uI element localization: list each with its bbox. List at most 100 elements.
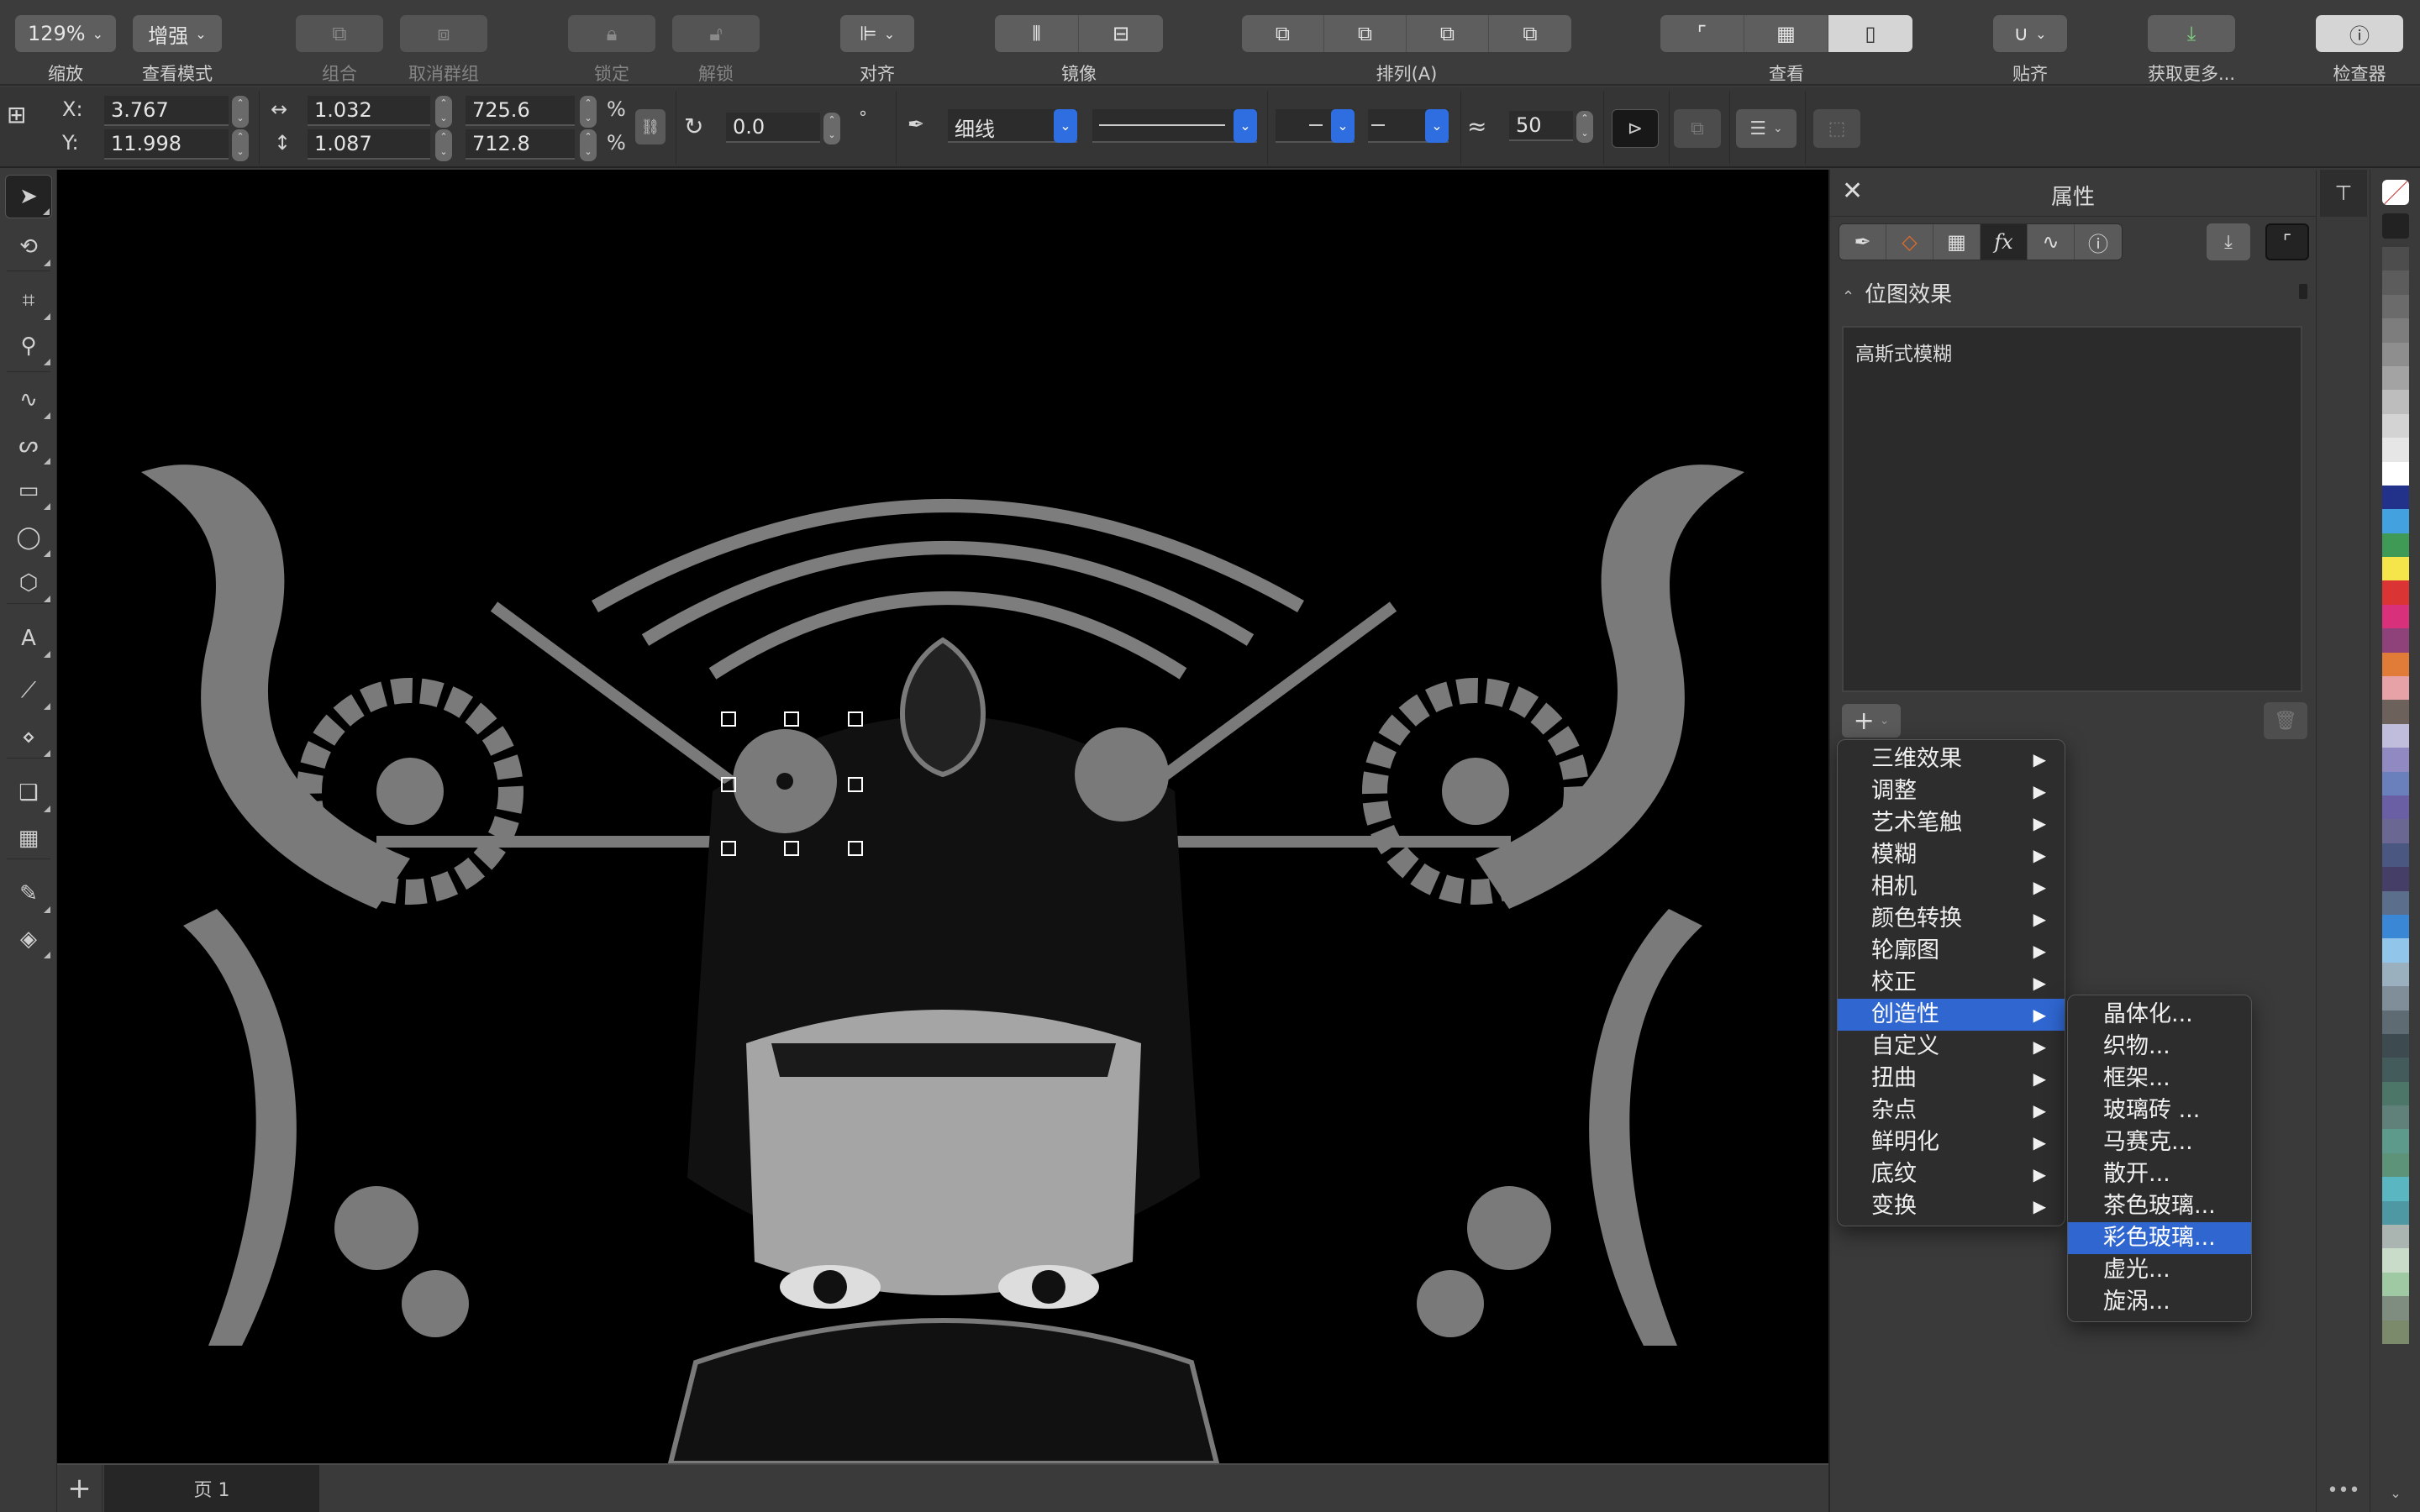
tab-outline[interactable]: ✒: [1839, 224, 1886, 260]
color-swatch[interactable]: [2382, 1058, 2409, 1082]
color-swatch[interactable]: [2382, 771, 2409, 795]
drop-shadow-tool[interactable]: ❑: [5, 771, 52, 815]
submenu-item[interactable]: 茶色玻璃...: [2068, 1190, 2251, 1222]
menu-item[interactable]: 杂点 ▶: [1838, 1095, 2065, 1126]
menu-item[interactable]: 扭曲 ▶: [1838, 1063, 2065, 1095]
menu-item[interactable]: 底纹 ▶: [1838, 1158, 2065, 1190]
no-color-swatch[interactable]: [2382, 180, 2409, 205]
height-stepper[interactable]: ⌃ ⌄: [435, 129, 452, 161]
color-swatch[interactable]: [2382, 1010, 2409, 1034]
to-back-button[interactable]: ⧉: [1324, 15, 1407, 52]
rectangle-tool[interactable]: ▭: [5, 469, 52, 512]
inspector-button[interactable]: ⓘ: [2316, 15, 2403, 52]
y-stepper[interactable]: ⌃ ⌄: [232, 129, 249, 161]
delete-effect-button[interactable]: 🗑: [2264, 702, 2307, 739]
artistic-media-tool[interactable]: ᔕ: [5, 423, 52, 467]
selection-handle[interactable]: [848, 711, 863, 727]
bitmap-effects-section[interactable]: ⌃ 位图效果: [1842, 277, 1952, 308]
submenu-item[interactable]: 马赛克...: [2068, 1126, 2251, 1158]
submenu-item[interactable]: 织物...: [2068, 1031, 2251, 1063]
align-dropdown[interactable]: ⊫ ⌄: [840, 15, 914, 52]
scale-height-field[interactable]: 712.8: [466, 129, 575, 160]
color-swatch[interactable]: [2382, 1033, 2409, 1058]
menu-item[interactable]: 颜色转换 ▶: [1838, 903, 2065, 935]
submenu-item[interactable]: 玻璃砖 ...: [2068, 1095, 2251, 1126]
tab-fill[interactable]: ◇: [1886, 224, 1933, 260]
color-swatch[interactable]: [2382, 676, 2409, 701]
rotation-field[interactable]: 0.0: [726, 113, 820, 143]
submenu-item[interactable]: 彩色玻璃...: [2068, 1222, 2251, 1254]
text-tool[interactable]: A: [5, 617, 52, 660]
selection-handle[interactable]: [784, 711, 799, 727]
edit-path-button[interactable]: ⊳: [1612, 109, 1659, 148]
y-position-field[interactable]: 11.998: [104, 129, 229, 160]
shape-tool[interactable]: ⟲: [5, 225, 52, 269]
color-swatch[interactable]: [2382, 1200, 2409, 1226]
line-style-dropdown[interactable]: ⌄: [1092, 109, 1257, 143]
polygon-tool[interactable]: ⬡: [5, 561, 52, 605]
scale-height-stepper[interactable]: ⌃ ⌄: [580, 129, 597, 161]
color-swatch[interactable]: [2382, 509, 2409, 533]
color-swatch[interactable]: [2382, 438, 2409, 462]
submenu-item[interactable]: 晶体化...: [2068, 999, 2251, 1031]
get-more-button[interactable]: ⤓: [2148, 15, 2235, 52]
color-swatch[interactable]: [2382, 1225, 2409, 1249]
color-swatch[interactable]: [2382, 723, 2409, 748]
menu-item[interactable]: 模糊 ▶: [1838, 839, 2065, 871]
menu-item[interactable]: 校正 ▶: [1838, 967, 2065, 999]
smoothing-field[interactable]: 50: [1509, 111, 1573, 141]
lock-ratio-button[interactable]: ⛓: [635, 109, 666, 144]
guidelines-button[interactable]: ▯: [1828, 15, 1912, 52]
add-effect-button[interactable]: + ⌄: [1842, 704, 1901, 738]
to-front-button[interactable]: ⧉: [1242, 15, 1324, 52]
color-swatch[interactable]: [2382, 1320, 2409, 1344]
menu-item[interactable]: 相机 ▶: [1838, 871, 2065, 903]
more-icon[interactable]: •••: [2317, 1480, 2370, 1501]
forward-one-button[interactable]: ⧉: [1407, 15, 1489, 52]
color-swatch[interactable]: [2382, 1081, 2409, 1106]
frame-button[interactable]: ⬚: [1813, 109, 1860, 148]
page-tab[interactable]: 页 1: [104, 1465, 319, 1512]
color-swatch[interactable]: [2382, 962, 2409, 987]
color-swatch[interactable]: [2382, 890, 2409, 915]
menu-item[interactable]: 调整 ▶: [1838, 775, 2065, 807]
transparency-tool[interactable]: ▦: [5, 816, 52, 860]
ellipse-tool[interactable]: ◯: [5, 516, 52, 559]
reference-point-icon[interactable]: ⊞: [7, 101, 26, 129]
menu-item[interactable]: 自定义 ▶: [1838, 1031, 2065, 1063]
lock-button[interactable]: 🔒︎: [568, 15, 655, 52]
color-swatch[interactable]: [2382, 1248, 2409, 1273]
drawing-canvas[interactable]: [57, 170, 1828, 1463]
submenu-item[interactable]: 散开...: [2068, 1158, 2251, 1190]
pick-tool[interactable]: ➤: [5, 175, 52, 218]
color-swatch[interactable]: [2382, 604, 2409, 629]
menu-item[interactable]: 轮廓图 ▶: [1838, 935, 2065, 967]
tab-transparency[interactable]: ▦: [1933, 224, 1981, 260]
color-swatch[interactable]: [2382, 413, 2409, 438]
submenu-item[interactable]: 旋涡...: [2068, 1286, 2251, 1318]
add-page-button[interactable]: +: [57, 1465, 103, 1512]
ungroup-button[interactable]: ⧈: [400, 15, 487, 52]
tab-curve[interactable]: ∿: [2028, 224, 2075, 260]
chevron-down-icon[interactable]: ⌄: [2382, 1485, 2409, 1501]
wrap-text-dropdown[interactable]: ☰ ⌄: [1736, 109, 1797, 148]
color-swatch[interactable]: [2382, 1105, 2409, 1130]
color-swatch[interactable]: [2382, 914, 2409, 939]
color-swatch[interactable]: [2382, 652, 2409, 677]
group-button[interactable]: ⧉: [296, 15, 383, 52]
rotation-stepper[interactable]: ⌃ ⌄: [823, 113, 840, 144]
color-swatch[interactable]: [2382, 461, 2409, 486]
color-swatch[interactable]: [2382, 557, 2409, 581]
color-swatch[interactable]: [2382, 270, 2409, 295]
snap-dropdown[interactable]: ∪ ⌄: [1993, 15, 2067, 52]
back-one-button[interactable]: ⧉: [1489, 15, 1571, 52]
x-position-field[interactable]: 3.767: [104, 96, 229, 126]
color-swatch[interactable]: [2382, 795, 2409, 820]
submenu-item[interactable]: 框架...: [2068, 1063, 2251, 1095]
color-swatch[interactable]: [2382, 1129, 2409, 1153]
selected-flower[interactable]: [733, 729, 837, 833]
color-swatch[interactable]: [2382, 247, 2409, 271]
menu-item[interactable]: 变换 ▶: [1838, 1190, 2065, 1222]
import-effect-button[interactable]: ⤓: [2207, 223, 2250, 260]
menu-item[interactable]: 三维效果 ▶: [1838, 743, 2065, 775]
